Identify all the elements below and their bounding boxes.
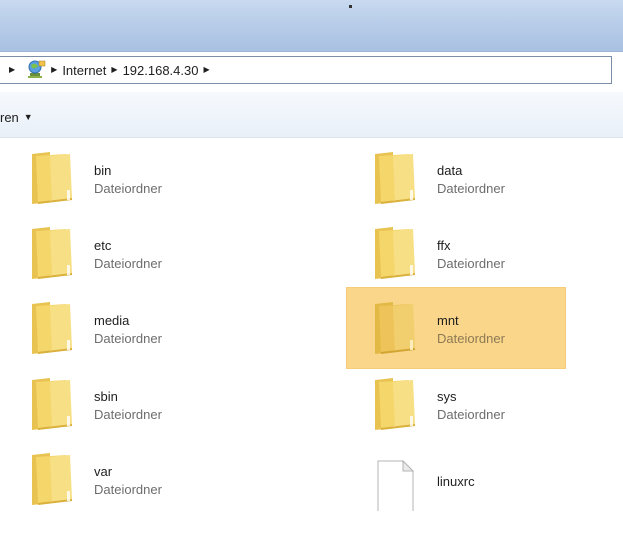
command-toolbar [0, 92, 623, 138]
file-list: bin Dateiordner data Dateiordner etc Dat… [0, 138, 623, 559]
item-type: Dateiordner [437, 181, 505, 196]
folder-icon [26, 296, 76, 360]
title-mark [349, 5, 352, 8]
crumb-separator-icon[interactable]: ▶ [9, 66, 15, 74]
item-name: var [94, 464, 113, 479]
folder-item-var[interactable]: var Dateiordner [4, 439, 224, 521]
folder-icon [26, 146, 76, 210]
organize-label: ren [0, 109, 19, 125]
item-name: sys [437, 389, 457, 404]
item-name: data [437, 163, 463, 178]
folder-item-data[interactable]: data Dateiordner [347, 138, 567, 220]
chevron-down-icon: ▼ [23, 112, 33, 122]
folder-item-mnt[interactable]: mnt Dateiordner [346, 287, 566, 369]
folder-item-media[interactable]: media Dateiordner [4, 288, 224, 370]
file-item-linuxrc[interactable]: linuxrc [347, 439, 567, 524]
item-type: Dateiordner [94, 256, 162, 271]
item-type: Dateiordner [94, 482, 162, 497]
folder-icon [26, 372, 76, 436]
folder-icon [369, 372, 419, 436]
crumb-separator-icon[interactable]: ▶ [111, 66, 117, 74]
crumb-separator-icon[interactable]: ▶ [203, 66, 209, 74]
folder-item-bin[interactable]: bin Dateiordner [4, 138, 224, 220]
item-type: Dateiordner [94, 407, 162, 422]
item-name: media [94, 313, 130, 328]
network-globe-icon [24, 60, 46, 80]
folder-icon [369, 146, 419, 210]
crumb-separator-icon[interactable]: ▶ [51, 66, 57, 74]
crumb-host[interactable]: 192.168.4.30 [123, 63, 199, 78]
folder-item-sys[interactable]: sys Dateiordner [347, 364, 567, 446]
item-name: mnt [437, 313, 459, 328]
folder-item-etc[interactable]: etc Dateiordner [4, 213, 224, 295]
item-name: bin [94, 163, 112, 178]
folder-item-ffx[interactable]: ffx Dateiordner [347, 213, 567, 295]
window-titlebar [0, 0, 623, 52]
item-type: Dateiordner [94, 331, 162, 346]
folder-item-sbin[interactable]: sbin Dateiordner [4, 364, 224, 446]
organize-button[interactable]: ren ▼ [0, 108, 39, 126]
item-name: sbin [94, 389, 118, 404]
item-name: ffx [437, 238, 451, 253]
item-type: Dateiordner [94, 181, 162, 196]
item-name: linuxrc [437, 474, 475, 489]
address-bar[interactable]: ▶ ▶ Internet ▶ 192.168.4.30 ▶ [0, 56, 612, 84]
item-type: Dateiordner [437, 256, 505, 271]
folder-icon [369, 296, 419, 360]
folder-icon [369, 221, 419, 285]
item-name: etc [94, 238, 112, 253]
file-icon [369, 447, 419, 524]
crumb-internet[interactable]: Internet [62, 63, 106, 78]
folder-icon [26, 447, 76, 511]
folder-icon [26, 221, 76, 285]
item-type: Dateiordner [437, 407, 505, 422]
item-type: Dateiordner [437, 331, 505, 346]
